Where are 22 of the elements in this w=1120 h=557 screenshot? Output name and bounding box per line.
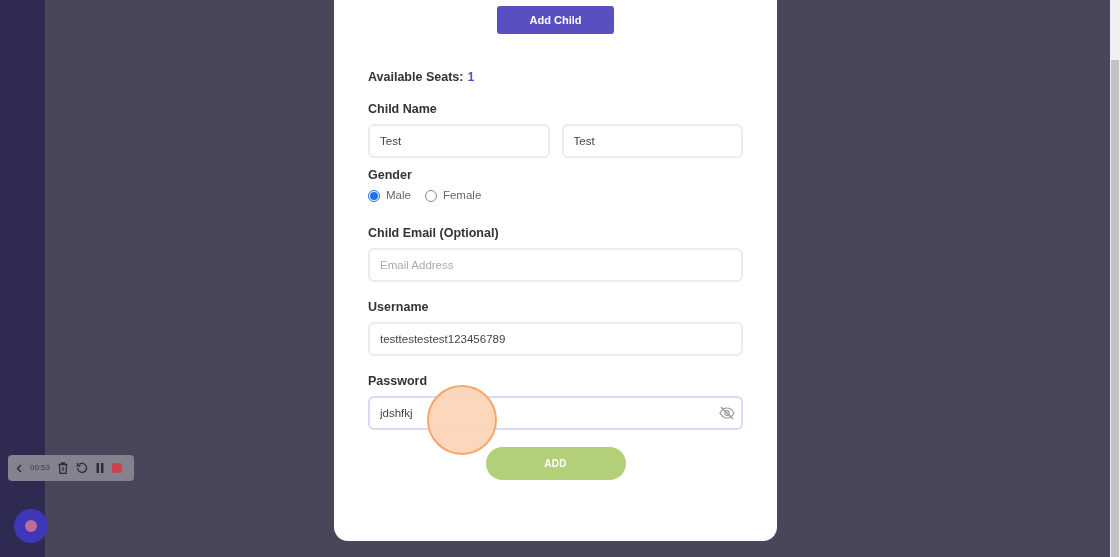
eye-slash-icon[interactable] [719,406,735,420]
scrollbar[interactable] [1110,0,1120,557]
back-icon[interactable] [16,463,22,473]
radio-label: Male [386,188,411,204]
radio-button[interactable] [368,190,380,202]
seats-count: 1 [467,68,475,86]
field-label: Password [368,373,429,390]
input-field[interactable]: testtestestest123456789 [368,322,743,356]
seats-label: Available Seats: [368,68,464,86]
field-label: Gender [368,167,413,184]
field-label: Username [368,299,430,316]
field-label: Child Email (Optional) [368,225,500,242]
pause-icon[interactable] [96,463,105,473]
timer: 00:53 [30,462,51,474]
add-child-button[interactable]: Add Child [497,6,614,34]
trash-icon[interactable] [58,462,69,474]
radio-label: Female [442,188,482,204]
restart-icon[interactable] [76,462,89,474]
input-field[interactable]: Test [368,124,550,158]
input-field[interactable]: Test [561,124,743,158]
field-label: Child Name [368,101,438,118]
input-field[interactable]: Email Address [368,248,743,282]
